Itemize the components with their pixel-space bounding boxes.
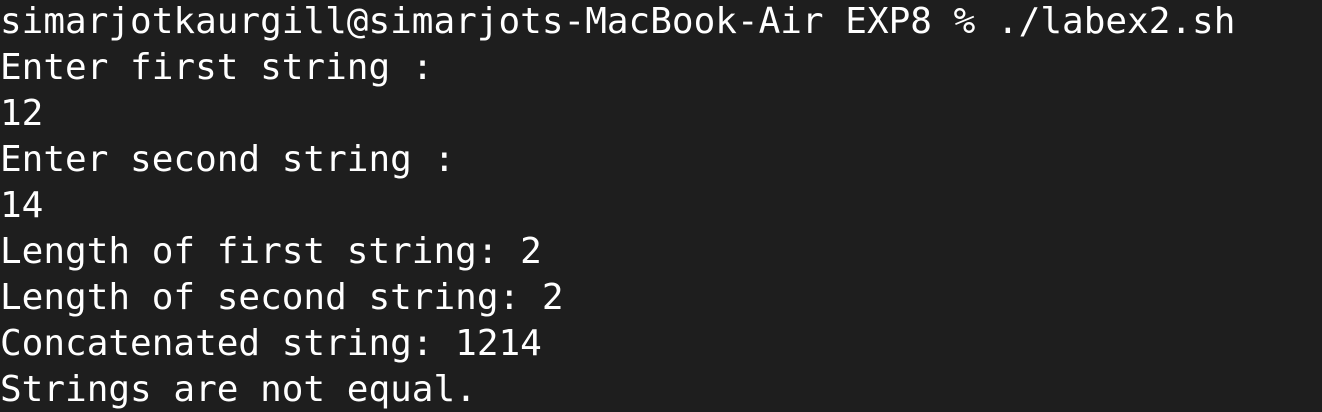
output-line-prompt-second: Enter second string : [0,139,456,180]
prompt-command-line: simarjotkaurgill@simarjots-MacBook-Air E… [0,1,1236,42]
terminal-window[interactable]: simarjotkaurgill@simarjots-MacBook-Air E… [0,0,1322,412]
output-line-equality-result: Strings are not equal. [0,369,477,410]
input-line-first-string: 12 [0,93,44,134]
output-line-prompt-first: Enter first string : [0,47,434,88]
output-line-length-first: Length of first string: 2 [0,231,542,272]
output-line-length-second: Length of second string: 2 [0,277,564,318]
output-line-concatenated: Concatenated string: 1214 [0,323,542,364]
input-line-second-string: 14 [0,185,44,226]
